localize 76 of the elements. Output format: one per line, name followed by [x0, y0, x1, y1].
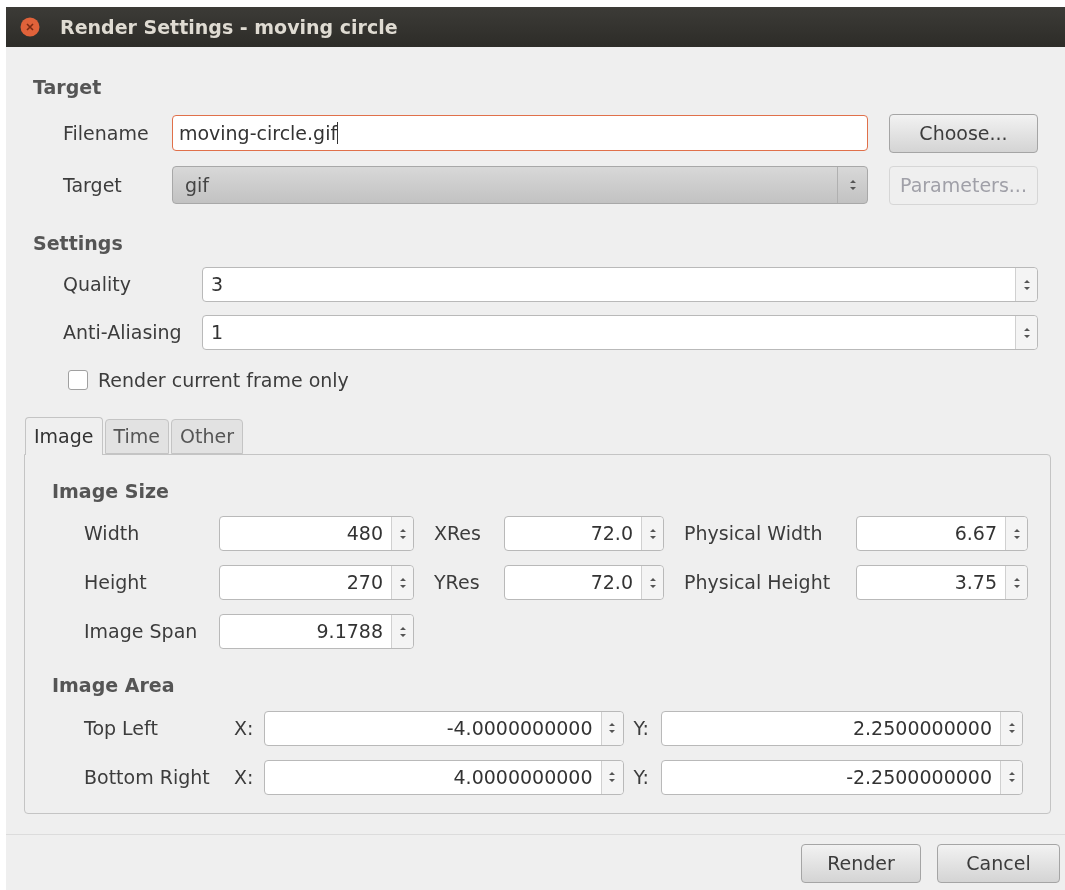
spin-box[interactable]: -4.0000000000 [263, 710, 624, 746]
spin-arrows-icon[interactable] [848, 178, 857, 192]
field-label: YRes [434, 570, 481, 596]
field-label: X: [234, 764, 255, 790]
spin-arrows-icon[interactable] [608, 721, 617, 735]
field-label: Top Left [84, 715, 159, 741]
field-label: Quality [63, 272, 132, 298]
spin-value: 1 [210, 320, 225, 346]
field-value: moving-circle.gif [178, 120, 338, 146]
group-heading: Image Area [52, 673, 176, 698]
spin-box[interactable]: -2.2500000000 [661, 759, 1023, 795]
spin-value: 3 [210, 272, 225, 298]
field-label: Width [84, 521, 141, 547]
spin-value: 6.67 [953, 521, 998, 547]
spin-value: 72.0 [589, 521, 634, 547]
spin-arrows-icon[interactable] [1012, 575, 1021, 590]
spin-box[interactable]: 6.67 [856, 516, 1028, 551]
push-button[interactable]: Render [801, 843, 921, 883]
field-label: Y: [632, 764, 650, 790]
push-button[interactable]: Cancel [937, 843, 1060, 883]
spin-arrows-icon[interactable] [1022, 325, 1031, 340]
section-heading: Settings [33, 230, 124, 256]
close-icon[interactable] [20, 17, 40, 37]
spin-box[interactable]: 2.2500000000 [661, 710, 1023, 746]
spin-arrows-icon[interactable] [1007, 770, 1016, 784]
target-dropdown[interactable]: gif [171, 166, 868, 204]
spin-box[interactable]: 270 [219, 565, 414, 600]
filename-field[interactable]: moving-circle.gif [171, 115, 868, 151]
spin-box[interactable]: 3.75 [856, 565, 1028, 600]
window-title: Render Settings - moving circle [60, 14, 398, 40]
field-label: Image Span [84, 619, 199, 645]
spin-arrows-icon[interactable] [608, 770, 617, 784]
tab[interactable]: Other [171, 418, 243, 454]
field-label: Bottom Right [84, 764, 211, 790]
field-label: X: [234, 715, 255, 741]
spin-box[interactable]: 480 [219, 516, 414, 551]
field-label: Physical Width [684, 521, 824, 547]
group-heading: Image Size [52, 478, 170, 504]
tab[interactable]: Image [25, 416, 103, 455]
section-heading: Target [33, 75, 103, 100]
spin-value: 480 [345, 521, 384, 547]
spin-value: -4.0000000000 [445, 715, 594, 741]
spin-arrows-icon[interactable] [398, 526, 407, 541]
spin-box[interactable]: 9.1788 [219, 614, 414, 649]
spin-box[interactable]: 72.0 [504, 565, 664, 600]
field-label: Y: [632, 715, 650, 741]
spin-box[interactable]: 72.0 [504, 516, 664, 551]
spin-value: 3.75 [953, 570, 998, 596]
spin-value: 72.0 [589, 570, 634, 596]
field-label: Height [84, 570, 148, 596]
checkbox-label: Render current frame only [98, 368, 349, 393]
spin-arrows-icon[interactable] [398, 575, 407, 590]
spin-arrows-icon[interactable] [398, 624, 407, 639]
dropdown-value: gif [183, 172, 211, 198]
spin-value: 4.0000000000 [452, 764, 594, 790]
spin-box[interactable]: 3 [202, 267, 1038, 302]
spin-box[interactable]: 4.0000000000 [263, 759, 624, 795]
spin-value: 270 [345, 570, 384, 596]
spin-value: 2.2500000000 [852, 715, 993, 741]
spin-value: 9.1788 [315, 619, 384, 645]
tab[interactable]: Time [104, 418, 169, 454]
spin-box[interactable]: 1 [202, 315, 1038, 350]
push-button[interactable]: Choose... [889, 113, 1038, 153]
spin-arrows-icon[interactable] [1007, 721, 1016, 735]
spin-value: -2.2500000000 [845, 764, 993, 790]
spin-arrows-icon[interactable] [1022, 277, 1031, 292]
field-label: Physical Height [684, 570, 832, 596]
spin-arrows-icon[interactable] [1012, 526, 1021, 541]
spin-arrows-icon[interactable] [648, 575, 657, 590]
spin-arrows-icon[interactable] [648, 526, 657, 541]
field-label: Target [63, 172, 123, 198]
text-cursor-icon [337, 122, 339, 144]
checkbox[interactable] [68, 370, 88, 391]
field-label: Anti-Aliasing [63, 320, 183, 346]
field-label: Filename [63, 120, 150, 146]
field-label: XRes [434, 521, 482, 547]
